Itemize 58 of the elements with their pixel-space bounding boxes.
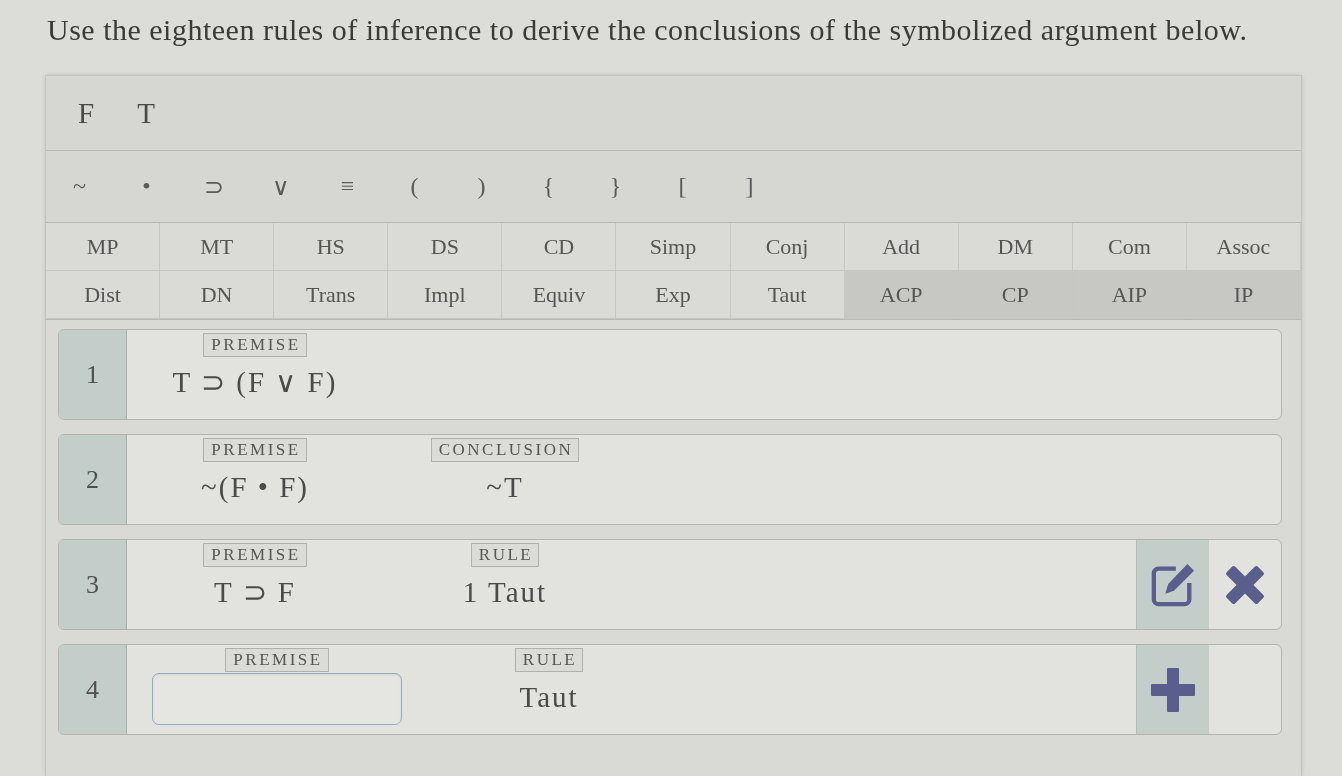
symbol-button[interactable]: ~ — [46, 164, 113, 209]
entry-text: Taut — [519, 680, 579, 715]
symbol-button[interactable]: • — [113, 164, 180, 209]
plus-icon — [1151, 667, 1195, 712]
rule-button[interactable]: DN — [160, 271, 275, 319]
symbol-button[interactable]: ∨ — [247, 164, 314, 209]
rule-button[interactable]: Dist — [46, 271, 161, 319]
symbol-button[interactable]: ⊃ — [180, 164, 247, 209]
rule-button[interactable]: CP — [958, 271, 1073, 319]
line-number: 1 — [86, 359, 99, 390]
rule-button[interactable]: Taut — [730, 271, 845, 319]
add-button[interactable] — [1137, 645, 1209, 734]
rule-button[interactable]: Assoc — [1186, 223, 1301, 271]
rule-button[interactable]: Impl — [388, 271, 503, 319]
column-label: PREMISE — [225, 648, 329, 672]
line-number: 3 — [86, 569, 99, 600]
rule-button[interactable]: Com — [1072, 223, 1187, 271]
rule-button[interactable]: DS — [388, 223, 503, 271]
instruction-text: Use the eighteen rules of inference to derive the conclusions of the symbolized argument below. — [47, 12, 1248, 47]
symbol-button[interactable]: ( — [381, 164, 448, 209]
symbol-button[interactable]: } — [582, 164, 649, 209]
entry-text: ~(F • F) — [201, 470, 309, 505]
symbol-button[interactable]: ≡ — [314, 164, 381, 209]
entry-text: T ⊃ F — [214, 575, 296, 610]
rule-button[interactable]: Equiv — [502, 271, 617, 319]
entry-text: ~T — [486, 470, 524, 505]
premise-input[interactable] — [152, 673, 402, 725]
column-label: PREMISE — [203, 438, 307, 462]
rule-button[interactable]: AIP — [1072, 271, 1187, 319]
rule-button[interactable]: MP — [46, 223, 161, 271]
column-label: RULE — [514, 648, 584, 672]
edit-icon — [1150, 561, 1196, 608]
symbol-button[interactable]: ] — [716, 164, 783, 209]
rule-button[interactable]: Add — [844, 223, 959, 271]
column-label: RULE — [470, 543, 540, 567]
edit-button[interactable] — [1137, 540, 1209, 629]
rule-button[interactable]: DM — [958, 223, 1073, 271]
variable-button[interactable]: F — [56, 91, 116, 135]
entry-text: T ⊃ (F ∨ F) — [172, 365, 338, 400]
rule-button[interactable]: MT — [160, 223, 275, 271]
rule-button[interactable]: Conj — [730, 223, 845, 271]
column-label: PREMISE — [203, 333, 307, 357]
symbol-button[interactable]: ) — [448, 164, 515, 209]
column-label: PREMISE — [203, 543, 307, 567]
rule-button[interactable]: CD — [502, 223, 617, 271]
rule-button[interactable]: Exp — [616, 271, 731, 319]
rule-button[interactable]: HS — [274, 223, 389, 271]
line-number: 4 — [86, 674, 99, 705]
line-number: 2 — [86, 464, 99, 495]
symbol-button[interactable]: { — [515, 164, 582, 209]
rule-button[interactable]: IP — [1186, 271, 1301, 319]
rule-button[interactable]: ACP — [844, 271, 959, 319]
column-label: CONCLUSION — [430, 438, 580, 462]
variable-button[interactable]: T — [116, 91, 176, 135]
rule-button[interactable]: Simp — [616, 223, 731, 271]
entry-text: 1 Taut — [462, 575, 548, 610]
rule-button[interactable]: Trans — [274, 271, 389, 319]
symbol-button[interactable]: [ — [649, 164, 716, 209]
